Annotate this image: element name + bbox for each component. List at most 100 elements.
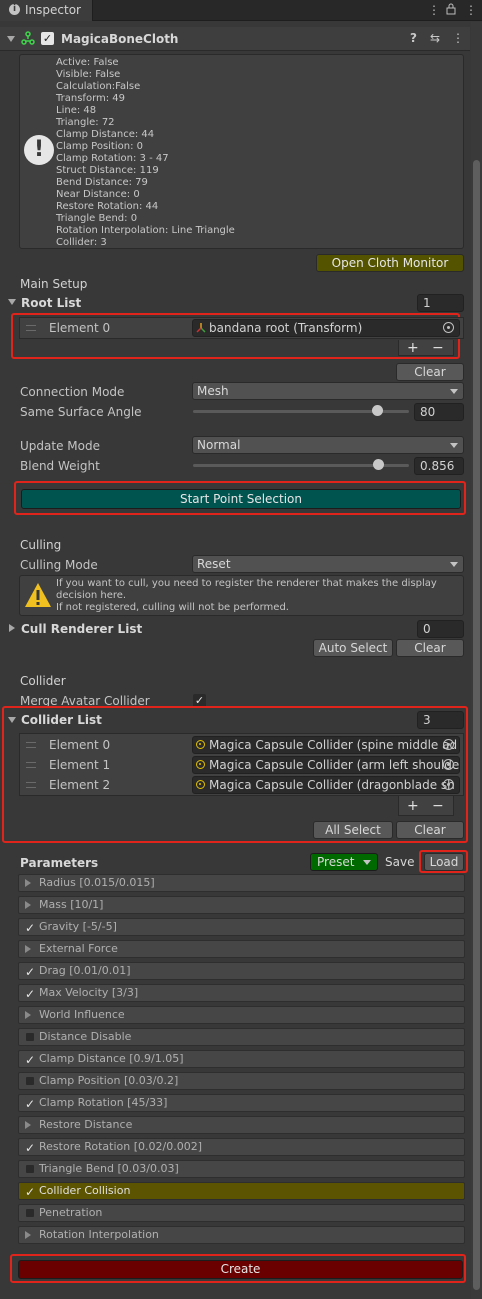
culling-title: Culling <box>20 538 62 552</box>
blend-weight-knob[interactable] <box>372 459 384 470</box>
stat-line: Clamp Position: 0 <box>56 141 144 152</box>
param-mass[interactable]: Mass [10/1] <box>18 896 465 914</box>
check-icon[interactable]: ✓ <box>25 1184 35 1200</box>
culling-mode-value: Reset <box>197 557 231 571</box>
culling-help-line: If you want to cull, you need to registe… <box>56 578 437 589</box>
collider-element-field[interactable]: Magica Capsule Collider (arm left should… <box>192 756 460 774</box>
cull-list-foldout-icon[interactable] <box>9 624 15 632</box>
culling-mode-dropdown[interactable]: Reset <box>192 555 464 573</box>
param-triangle-bend[interactable]: Triangle Bend [0.03/0.03] <box>18 1160 465 1178</box>
param-distance-disable[interactable]: Distance Disable <box>18 1028 465 1046</box>
param-clamp-rotation[interactable]: ✓ Clamp Rotation [45/33] <box>18 1094 465 1112</box>
param-world-influence[interactable]: World Influence <box>18 1006 465 1024</box>
param-restore-rotation[interactable]: ✓ Restore Rotation [0.02/0.002] <box>18 1138 465 1156</box>
tab-inspector[interactable]: i Inspector <box>0 0 93 21</box>
capsule-collider-icon <box>196 780 205 789</box>
check-icon[interactable]: ✓ <box>25 920 35 936</box>
object-picker-icon[interactable] <box>443 322 454 333</box>
connection-mode-value: Mesh <box>197 384 229 398</box>
param-drag[interactable]: ✓ Drag [0.01/0.01] <box>18 962 465 980</box>
param-radius[interactable]: Radius [0.015/0.015] <box>18 874 465 892</box>
param-gravity[interactable]: ✓ Gravity [-5/-5] <box>18 918 465 936</box>
fold-icon <box>25 1121 31 1129</box>
unchecked-box-icon[interactable] <box>26 1165 34 1173</box>
object-picker-icon[interactable] <box>443 759 454 770</box>
open-cloth-monitor-button[interactable]: Open Cloth Monitor <box>316 254 464 272</box>
root-element-field[interactable]: bandana root (Transform) <box>192 319 460 337</box>
param-penetration[interactable]: Penetration <box>18 1204 465 1222</box>
warning-icon <box>24 582 52 611</box>
root-list-size-input[interactable]: 1 <box>417 294 464 312</box>
param-restore-distance[interactable]: Restore Distance <box>18 1116 465 1134</box>
bone-cloth-icon <box>21 31 35 48</box>
unchecked-box-icon[interactable] <box>26 1033 34 1041</box>
menu-icon[interactable]: ⋮ <box>465 3 477 17</box>
blend-weight-input[interactable]: 0.856 <box>414 457 464 475</box>
param-collider-collision[interactable]: ✓ Collider Collision <box>18 1182 465 1200</box>
fold-icon <box>25 1231 31 1239</box>
collider-list-foldout-icon[interactable] <box>8 717 16 723</box>
remove-collider-button[interactable]: − <box>432 798 444 814</box>
unchecked-box-icon[interactable] <box>26 1077 34 1085</box>
create-button[interactable]: Create <box>18 1260 463 1279</box>
more-icon[interactable]: ⋮ <box>428 3 440 17</box>
main-setup-title: Main Setup <box>20 277 88 291</box>
check-icon[interactable]: ✓ <box>25 1096 35 1112</box>
help-icon[interactable]: ? <box>410 31 417 45</box>
remove-root-button[interactable]: − <box>432 340 444 356</box>
param-clamp-distance[interactable]: ✓ Clamp Distance [0.9/1.05] <box>18 1050 465 1068</box>
chevron-down-icon <box>363 860 371 865</box>
scrollbar-thumb[interactable] <box>473 160 480 1290</box>
drag-handle-icon[interactable] <box>26 325 36 331</box>
param-max-velocity[interactable]: ✓ Max Velocity [3/3] <box>18 984 465 1002</box>
root-list-foldout-icon[interactable] <box>8 299 16 305</box>
collider-clear-button[interactable]: Clear <box>396 821 464 839</box>
root-clear-button[interactable]: Clear <box>396 363 464 381</box>
stat-line: Triangle Bend: 0 <box>56 213 138 224</box>
auto-select-button[interactable]: Auto Select <box>313 639 393 657</box>
update-mode-label: Update Mode <box>20 439 100 453</box>
update-mode-dropdown[interactable]: Normal <box>192 436 464 454</box>
collider-title: Collider <box>20 674 66 688</box>
check-icon[interactable]: ✓ <box>25 1140 35 1156</box>
connection-mode-dropdown[interactable]: Mesh <box>192 382 464 400</box>
check-icon[interactable]: ✓ <box>25 964 35 980</box>
preset-dropdown[interactable]: Preset <box>310 853 378 871</box>
param-clamp-position[interactable]: Clamp Position [0.03/0.2] <box>18 1072 465 1090</box>
check-icon[interactable]: ✓ <box>25 986 35 1002</box>
component-foldout-icon[interactable] <box>7 36 15 42</box>
capsule-collider-icon <box>196 760 205 769</box>
stat-line: Triangle: 72 <box>56 117 115 128</box>
root-list-label: Root List <box>21 296 82 310</box>
load-button[interactable]: Load <box>424 853 464 871</box>
add-root-button[interactable]: + <box>407 340 419 356</box>
save-button[interactable]: Save <box>385 855 414 869</box>
collider-element-field[interactable]: Magica Capsule Collider (spine middle ad <box>192 736 460 754</box>
parameters-title: Parameters <box>20 856 99 870</box>
collider-element-field[interactable]: Magica Capsule Collider (dragonblade sh <box>192 776 460 794</box>
collider-list-size-input[interactable]: 3 <box>417 711 464 729</box>
all-select-button[interactable]: All Select <box>313 821 393 839</box>
start-point-selection-button[interactable]: Start Point Selection <box>21 489 461 509</box>
same-surface-angle-knob[interactable] <box>371 405 383 416</box>
object-picker-icon[interactable] <box>443 779 454 790</box>
cull-clear-button[interactable]: Clear <box>396 639 464 657</box>
add-collider-button[interactable]: + <box>407 798 419 814</box>
drag-handle-icon[interactable] <box>26 742 36 748</box>
param-rotation-interpolation[interactable]: Rotation Interpolation <box>18 1226 465 1244</box>
cull-list-size-input[interactable]: 0 <box>417 620 464 638</box>
check-icon[interactable]: ✓ <box>25 1052 35 1068</box>
unchecked-box-icon[interactable] <box>26 1209 34 1217</box>
param-external-force[interactable]: External Force <box>18 940 465 958</box>
lock-icon[interactable] <box>446 3 456 18</box>
object-picker-icon[interactable] <box>443 739 454 750</box>
enabled-checkbox[interactable]: ✓ <box>41 32 54 45</box>
stat-line: Active: False <box>56 57 119 68</box>
settings-icon[interactable]: ⇆ <box>430 31 440 45</box>
stat-line: Visible: False <box>56 69 121 80</box>
stat-line: Line: 48 <box>56 105 97 116</box>
drag-handle-icon[interactable] <box>26 762 36 768</box>
same-surface-angle-input[interactable]: 80 <box>414 403 464 421</box>
drag-handle-icon[interactable] <box>26 782 36 788</box>
component-menu-icon[interactable]: ⋮ <box>452 31 464 45</box>
